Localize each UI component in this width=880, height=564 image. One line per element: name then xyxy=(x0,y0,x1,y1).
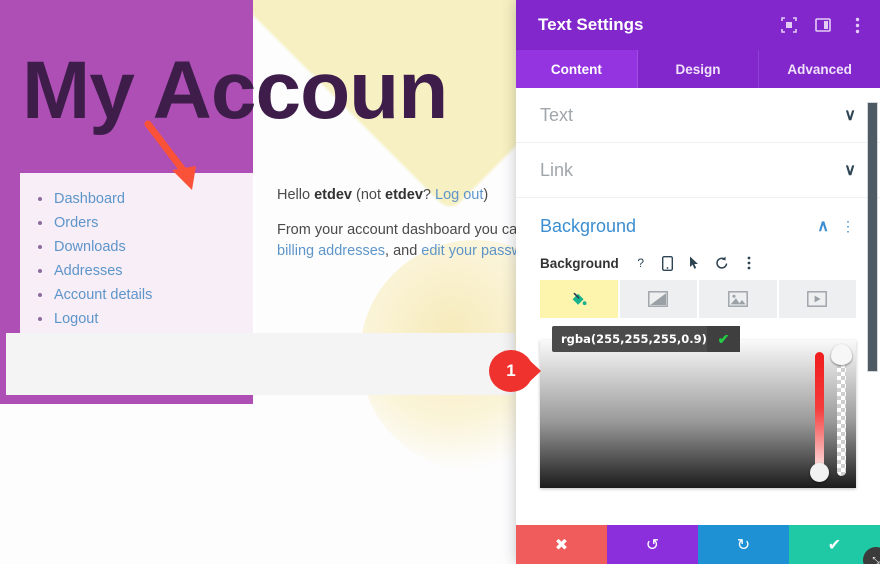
tab-design[interactable]: Design xyxy=(638,50,760,88)
sidebar-item-addresses[interactable]: Addresses xyxy=(36,259,256,283)
background-gradient-tab[interactable] xyxy=(619,280,697,318)
color-value-input[interactable]: rgba(255,255,255,0.9) xyxy=(552,332,707,346)
log-out-link[interactable]: Log out xyxy=(435,187,483,203)
sidebar-item-orders[interactable]: Orders xyxy=(36,211,256,235)
hue-slider[interactable] xyxy=(810,352,829,482)
chevron-down-icon: ∨ xyxy=(844,162,856,179)
grey-band-accent xyxy=(0,333,6,395)
greeting-question: ? xyxy=(422,187,435,203)
paint-bucket-icon xyxy=(572,292,587,305)
panel-title: Text Settings xyxy=(538,15,644,34)
accordion-text-label: Text xyxy=(540,104,574,125)
greeting-username-2: etdev xyxy=(385,187,423,203)
color-value-input-box: rgba(255,255,255,0.9) ✔ xyxy=(552,326,740,352)
panel-scrollbar-thumb[interactable] xyxy=(867,102,878,372)
cancel-button[interactable]: ✖ xyxy=(516,525,607,564)
hover-cursor-icon[interactable] xyxy=(686,254,704,272)
edit-password-link[interactable]: edit your passwo xyxy=(421,243,530,259)
fullscreen-icon[interactable] xyxy=(780,16,798,34)
greeting-prefix: Hello xyxy=(277,187,315,203)
color-confirm-button[interactable]: ✔ xyxy=(706,326,740,352)
account-nav-card: Dashboard Orders Downloads Addresses Acc… xyxy=(20,173,256,333)
panel-header-icons xyxy=(780,16,866,34)
chevron-down-icon: ∨ xyxy=(844,107,856,124)
responsive-mobile-icon[interactable] xyxy=(659,254,677,272)
billing-addresses-link[interactable]: billing addresses xyxy=(277,243,385,259)
background-section-header[interactable]: Background ∧ ⋮ xyxy=(516,198,880,254)
panel-header: Text Settings xyxy=(516,0,880,50)
panel-body: Text ∨ Link ∨ Background ∧ ⋮ Background … xyxy=(516,88,880,525)
section-more-icon[interactable]: ⋮ xyxy=(841,218,856,235)
redo-button[interactable]: ↻ xyxy=(698,525,789,564)
panel-tabs: Content Design Advanced xyxy=(516,50,880,88)
greeting-username: etdev xyxy=(314,187,352,203)
sidebar-item-account-details[interactable]: Account details xyxy=(36,283,256,307)
background-section-title: Background xyxy=(540,215,637,236)
accordion-text[interactable]: Text ∨ xyxy=(516,88,880,143)
background-field-label: Background xyxy=(540,255,619,271)
alpha-slider-handle[interactable] xyxy=(831,344,852,365)
background-field-row: Background ? xyxy=(516,254,880,280)
greeting-mid: (not xyxy=(351,187,386,203)
sidebar-item-logout[interactable]: Logout xyxy=(36,307,256,331)
chevron-up-icon[interactable]: ∧ xyxy=(817,216,829,236)
split-view-icon[interactable] xyxy=(814,16,832,34)
annotation-pin-1: 1 xyxy=(489,350,541,392)
greeting-close: ) xyxy=(483,187,489,203)
color-picker-saturation-area[interactable]: rgba(255,255,255,0.9) ✔ xyxy=(540,326,856,488)
account-nav-list: Dashboard Orders Downloads Addresses Acc… xyxy=(20,173,256,331)
page-title: My Accoun xyxy=(22,45,448,136)
text-settings-panel: Text Settings Content Design Advanced Te… xyxy=(516,0,880,564)
background-video-tab[interactable] xyxy=(778,280,856,318)
panel-footer: ✖ ↺ ↻ ✔ ⤡ xyxy=(516,525,880,564)
tab-content[interactable]: Content xyxy=(516,50,638,88)
undo-button[interactable]: ↺ xyxy=(607,525,698,564)
accordion-background: Background ∧ ⋮ Background ? rgba(255,255… xyxy=(516,198,880,488)
pin-number: 1 xyxy=(506,361,516,380)
video-icon xyxy=(807,291,828,307)
screenshot-root: My Accoun Dashboard Orders Downloads Add… xyxy=(0,0,880,564)
background-type-tabs xyxy=(540,280,856,318)
more-vertical-icon[interactable] xyxy=(848,16,866,34)
grey-section-band xyxy=(0,333,515,395)
background-image-tab[interactable] xyxy=(699,280,777,318)
red-arrow-icon xyxy=(144,120,196,190)
help-icon[interactable]: ? xyxy=(632,254,650,272)
sidebar-item-downloads[interactable]: Downloads xyxy=(36,235,256,259)
more-options-icon[interactable] xyxy=(740,254,758,272)
alpha-slider[interactable] xyxy=(831,344,852,476)
hue-slider-handle[interactable] xyxy=(810,463,829,482)
tab-advanced[interactable]: Advanced xyxy=(759,50,880,88)
background-color-tab[interactable] xyxy=(540,280,618,318)
reset-icon[interactable] xyxy=(713,254,731,272)
accordion-link[interactable]: Link ∨ xyxy=(516,143,880,198)
color-picker-sliders xyxy=(810,344,852,482)
accordion-link-label: Link xyxy=(540,159,574,180)
description-mid: , and xyxy=(385,243,422,259)
image-icon xyxy=(727,291,748,307)
gradient-icon xyxy=(648,291,669,307)
description-lead: From your account dashboard you can xyxy=(277,222,526,238)
